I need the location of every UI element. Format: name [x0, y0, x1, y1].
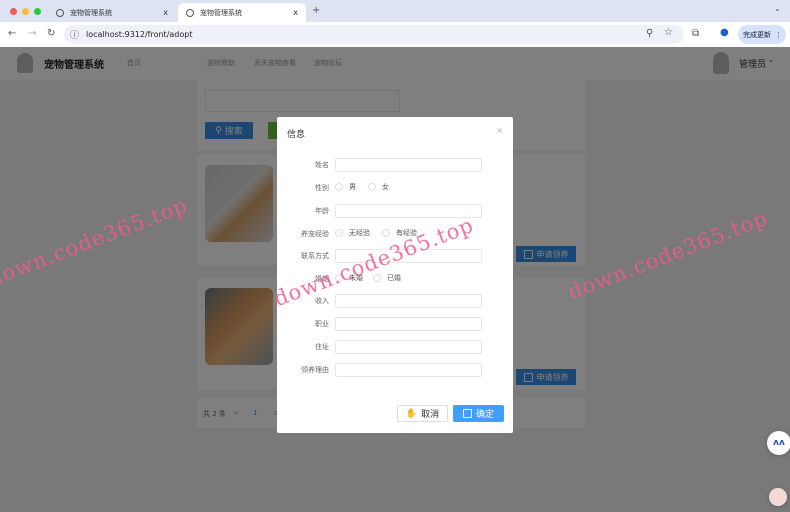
profile-icon[interactable]: ● — [720, 27, 729, 38]
income-label: 收入 — [315, 297, 329, 305]
browser-tab-bar: 宠物管理系统 x 宠物管理系统 x + ⌄ — [0, 0, 790, 22]
income-input[interactable] — [335, 294, 482, 308]
age-label: 年龄 — [315, 207, 329, 215]
close-window-button[interactable] — [10, 8, 17, 15]
reason-input[interactable] — [335, 363, 482, 377]
reload-icon[interactable]: ↻ — [47, 28, 55, 39]
cancel-button[interactable]: ✋ 取消 — [397, 405, 448, 422]
tab-menu-chevron-icon[interactable]: ⌄ — [774, 4, 781, 13]
job-label: 职业 — [315, 320, 329, 328]
url-input[interactable]: ⓘ localhost:9312/front/adopt ⚲ ☆ — [64, 25, 684, 44]
globe-icon — [186, 8, 194, 17]
extensions-icon[interactable]: ⧉ — [692, 28, 699, 39]
browser-tab-active[interactable]: 宠物管理系统 x — [178, 3, 306, 22]
gender-radio-female[interactable]: 女 — [368, 182, 389, 192]
gender-radio-male[interactable]: 男 — [335, 182, 356, 192]
zoom-icon[interactable]: ⚲ — [646, 28, 653, 39]
job-input[interactable] — [335, 317, 482, 331]
close-icon[interactable]: × — [496, 126, 503, 135]
tab-title: 宠物管理系统 — [200, 8, 242, 17]
reason-label: 领养理由 — [301, 366, 329, 374]
tab-close-button[interactable]: x — [293, 8, 298, 17]
address-bar-row: ← → ↻ ⓘ localhost:9312/front/adopt ⚲ ☆ ⧉ ●… — [0, 22, 790, 47]
confirm-button[interactable]: 确定 — [453, 405, 504, 422]
experience-radio-none[interactable]: 无经验 — [335, 228, 370, 238]
checkbox-icon — [462, 409, 472, 418]
name-input[interactable] — [335, 158, 482, 172]
new-tab-button[interactable]: + — [312, 5, 320, 16]
globe-icon — [56, 8, 64, 17]
tab-close-button[interactable]: x — [163, 8, 168, 17]
chat-avatar-button[interactable] — [769, 488, 787, 506]
browser-tab[interactable]: 宠物管理系统 x — [48, 3, 176, 22]
tab-title: 宠物管理系统 — [70, 8, 112, 17]
contact-label: 联系方式 — [301, 252, 329, 260]
url-text: localhost:9312/front/adopt — [86, 30, 193, 39]
gender-label: 性别 — [315, 184, 329, 192]
minimize-window-button[interactable] — [22, 8, 29, 15]
info-icon: ⓘ — [70, 31, 80, 41]
back-icon[interactable]: ← — [8, 28, 16, 39]
marriage-radio-married[interactable]: 已婚 — [373, 273, 401, 283]
update-button[interactable]: 完成更新 ⋮ — [738, 25, 786, 44]
assistant-float-button[interactable]: ʌʌ — [767, 431, 790, 455]
maximize-window-button[interactable] — [34, 8, 41, 15]
bookmark-star-icon[interactable]: ☆ — [664, 27, 673, 38]
experience-label: 养宠经验 — [301, 230, 329, 238]
address-input[interactable] — [335, 340, 482, 354]
forward-icon[interactable]: → — [28, 28, 36, 39]
address-label: 住址 — [315, 343, 329, 351]
name-label: 姓名 — [315, 161, 329, 169]
dialog-title: 信息 — [287, 130, 306, 140]
cancel-icon: ✋ — [405, 408, 418, 419]
